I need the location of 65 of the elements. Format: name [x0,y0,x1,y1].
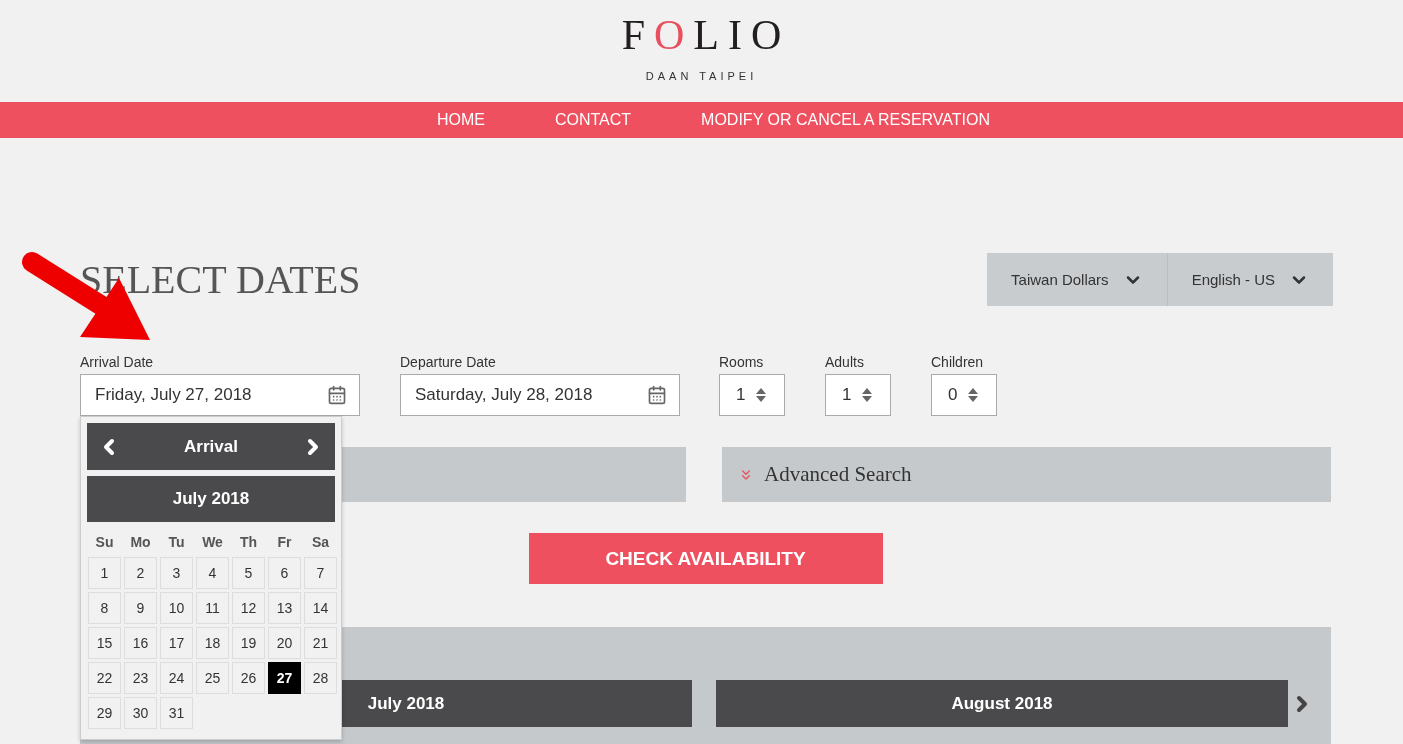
date-field[interactable]: Friday, July 27, 2018 [80,374,360,416]
day-cell[interactable]: 18 [196,627,229,659]
check-availability-button[interactable]: CHECK AVAILABILITY [528,533,883,584]
day-cell[interactable]: 21 [304,627,337,659]
calendar-icon [647,385,667,405]
day-cell[interactable]: 13 [268,592,301,624]
day-cell[interactable]: 15 [88,627,121,659]
day-cell[interactable]: 10 [160,592,193,624]
spinner-icon[interactable] [861,387,874,403]
day-cell[interactable]: 24 [160,662,193,694]
day-cell[interactable]: 17 [160,627,193,659]
number-field[interactable]: 0 [931,374,997,416]
day-cell[interactable]: 22 [88,662,121,694]
weekday-label: We [201,533,224,552]
datepicker-title: Arrival [184,436,238,457]
day-cell[interactable]: 6 [268,557,301,589]
month-heading: July 2018 [87,476,335,522]
day-cell[interactable]: 3 [160,557,193,589]
spinner-icon[interactable] [967,387,980,403]
weekday-label: Su [94,533,115,552]
hotel-logo: F O LIO [620,12,791,58]
day-cell[interactable]: 31 [160,697,193,729]
dropdown-button[interactable]: English - US [1166,253,1333,306]
day-cell[interactable]: 29 [88,697,121,729]
hotel-subtitle: DAAN TAIPEI [645,70,758,82]
nav-link[interactable]: MODIFY OR CANCEL A RESERVATION [701,111,991,129]
day-cell[interactable]: 20 [268,627,301,659]
date-field[interactable]: Saturday, July 28, 2018 [400,374,680,416]
day-cell[interactable]: 25 [196,662,229,694]
weekday-label: Fr [276,533,293,552]
day-cell[interactable]: 23 [124,662,157,694]
number-field[interactable]: 1 [825,374,891,416]
day-cell[interactable]: 28 [304,662,337,694]
day-cell[interactable]: 14 [304,592,337,624]
day-cell[interactable]: 1 [88,557,121,589]
number-field[interactable]: 1 [719,374,785,416]
day-cell[interactable]: 8 [88,592,121,624]
field-label: Arrival Date [80,354,155,370]
month-heading: August 2018 [716,680,1288,727]
field-label: Adults [825,354,865,370]
calendar-icon [327,385,347,405]
dropdown-button[interactable]: Taiwan Dollars [987,253,1167,306]
day-cell[interactable]: 12 [232,592,265,624]
weekday-label: Mo [129,533,152,552]
spinner-icon[interactable] [755,387,768,403]
weekday-label: Sa [310,533,331,552]
day-cell[interactable]: 11 [196,592,229,624]
day-cell[interactable]: 26 [232,662,265,694]
day-cell[interactable]: 4 [196,557,229,589]
nav-link[interactable]: CONTACT [554,111,632,129]
day-cell[interactable]: 27 [268,662,301,694]
field-label: Departure Date [400,354,497,370]
day-cell[interactable]: 5 [232,557,265,589]
field-label: Rooms [719,354,765,370]
advanced-search-toggle[interactable]: Advanced Search [722,447,1331,502]
nav-link[interactable]: HOME [436,111,485,129]
weekday-label: Tu [167,533,186,552]
day-cell[interactable]: 19 [232,627,265,659]
day-cell[interactable]: 7 [304,557,337,589]
day-cell[interactable]: 2 [124,557,157,589]
field-label: Children [931,354,985,370]
day-cell[interactable]: 30 [124,697,157,729]
day-cell[interactable]: 9 [124,592,157,624]
day-cell[interactable]: 16 [124,627,157,659]
weekday-label: Th [238,533,259,552]
